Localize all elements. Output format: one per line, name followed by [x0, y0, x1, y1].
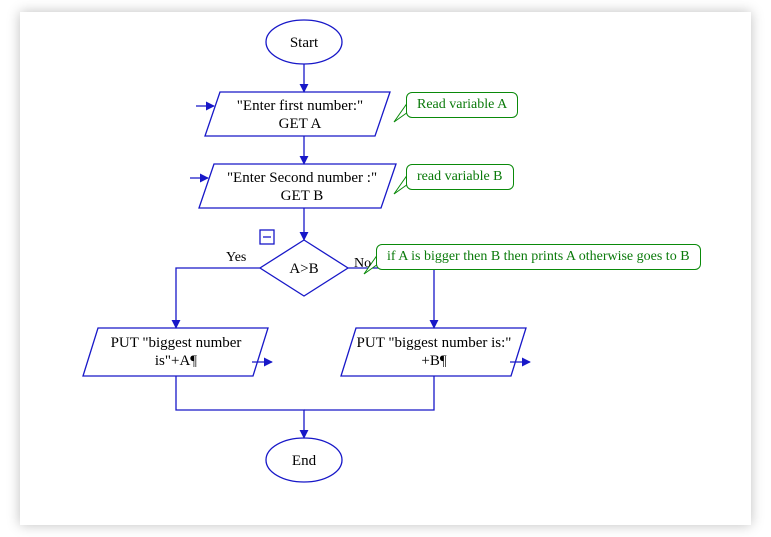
- output-b-line1: PUT "biggest number is:": [352, 334, 516, 352]
- input-b-line2: GET B: [212, 187, 392, 205]
- input-a-line2: GET A: [220, 115, 380, 133]
- input-a-line1: "Enter first number:": [220, 97, 380, 115]
- decision-label: A>B: [284, 260, 324, 278]
- end-label: End: [284, 452, 324, 470]
- annotation-decision: if A is bigger then B then prints A othe…: [376, 244, 701, 270]
- output-a-line2: is"+A¶: [94, 352, 258, 370]
- edge-outputB-merge: [304, 376, 434, 410]
- edge-outputA-end: [176, 376, 304, 438]
- edge-yes: [176, 268, 260, 328]
- input-b-line1: "Enter Second number :": [212, 169, 392, 187]
- annotation-read-a: Read variable A: [406, 92, 518, 118]
- annotation-read-b: read variable B: [406, 164, 514, 190]
- flowchart-canvas: Start "Enter first number:" GET A "Enter…: [20, 12, 751, 525]
- start-label: Start: [284, 34, 324, 52]
- no-label: No: [354, 256, 371, 272]
- output-a-line1: PUT "biggest number: [94, 334, 258, 352]
- yes-label: Yes: [226, 250, 246, 266]
- output-b-line2: +B¶: [352, 352, 516, 370]
- edge-no: [348, 268, 434, 328]
